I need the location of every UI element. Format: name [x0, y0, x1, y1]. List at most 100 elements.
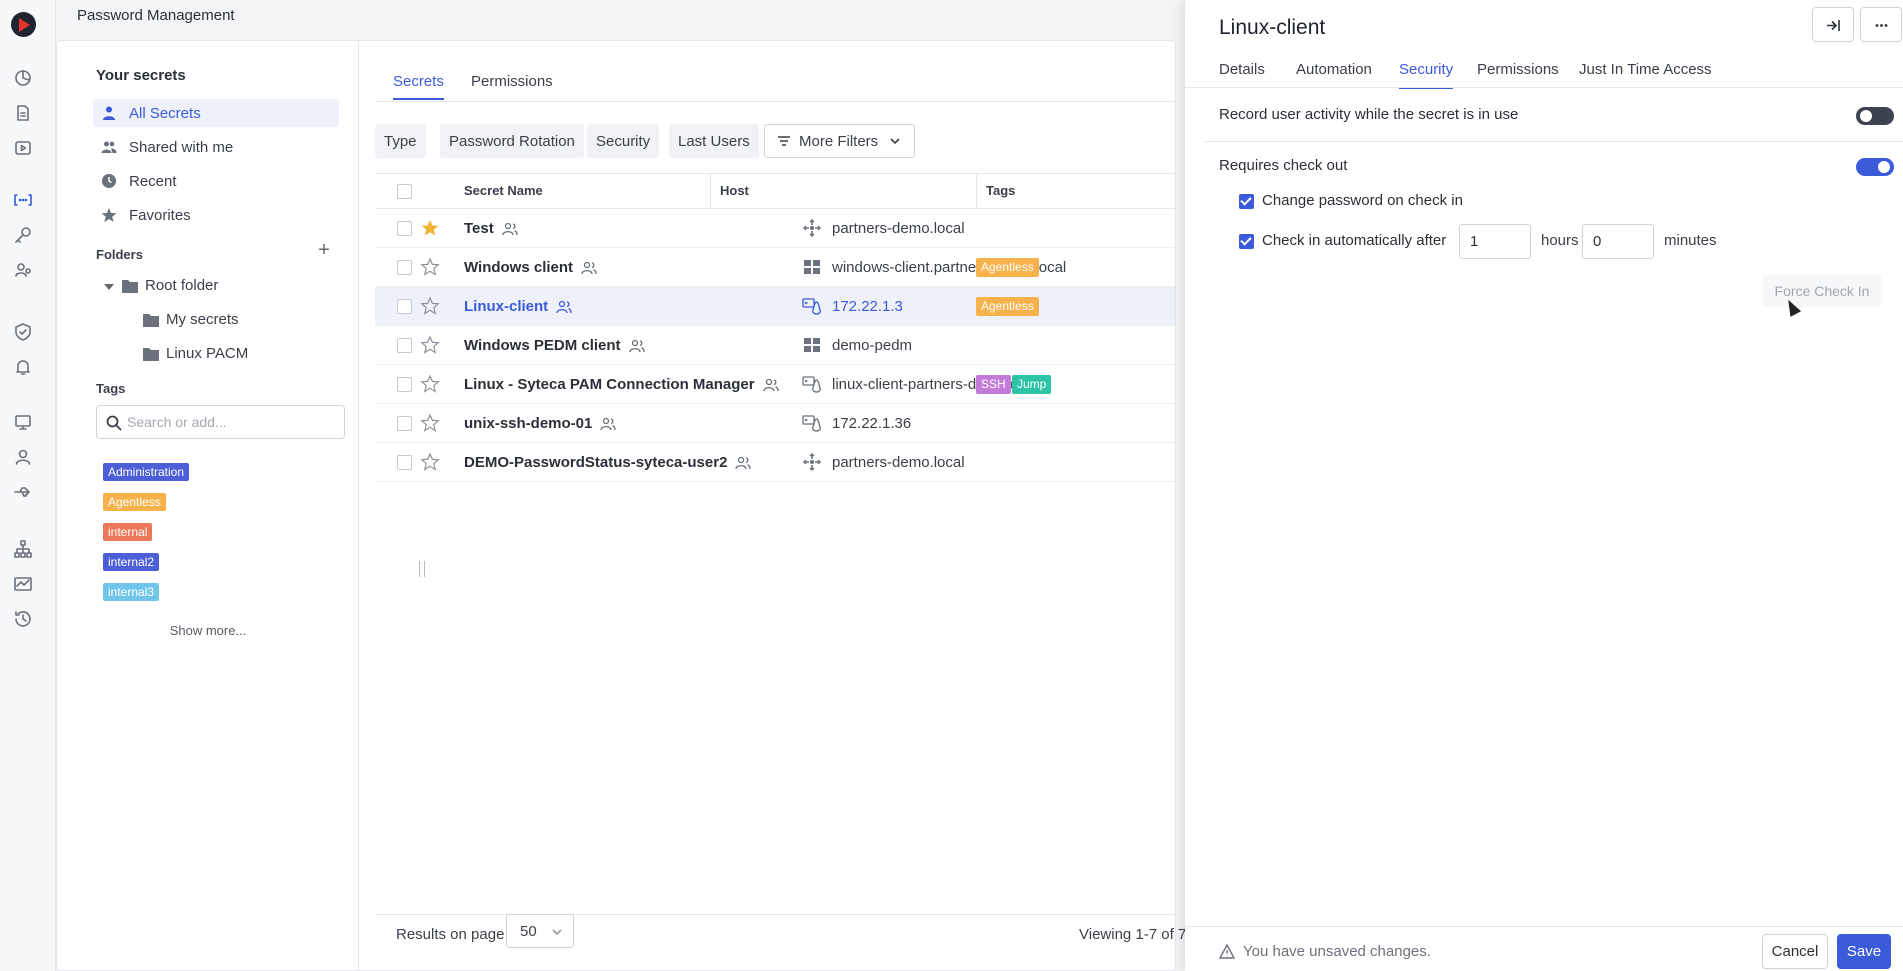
tab-secrets[interactable]: Secrets [393, 73, 444, 100]
star-outline-icon[interactable] [420, 413, 440, 433]
tag-administration[interactable]: Administration [103, 463, 190, 481]
table-row[interactable]: Test partners-demo.local [375, 209, 1175, 248]
table-row[interactable]: Windows PEDM client demo-pedm [375, 326, 1175, 365]
table-row[interactable]: DEMO-PasswordStatus-syteca-user2 partner… [375, 443, 1175, 482]
star-outline-icon[interactable] [420, 296, 440, 316]
column-divider[interactable] [976, 174, 977, 208]
secret-name[interactable]: unix-ssh-demo-01 [464, 415, 617, 432]
bell-icon[interactable] [13, 357, 33, 377]
hours-input[interactable] [1459, 224, 1531, 259]
add-folder-button[interactable]: + [314, 240, 334, 261]
sidebar-item-favorites[interactable]: Favorites [93, 201, 339, 229]
tag-internal[interactable]: internal [103, 523, 153, 541]
drawer-tab-automation[interactable]: Automation [1296, 61, 1372, 87]
tag-internal2[interactable]: internal2 [103, 553, 160, 571]
column-divider[interactable] [710, 174, 711, 208]
secret-name[interactable]: Windows PEDM client [464, 337, 645, 354]
dashboard-icon[interactable] [13, 68, 33, 88]
logo-icon[interactable] [11, 12, 36, 37]
table-row[interactable]: Linux - Syteca PAM Connection Manager li… [375, 365, 1175, 404]
tag-agentless[interactable]: Agentless [103, 493, 166, 511]
drawer-tab-jit-access[interactable]: Just In Time Access [1579, 61, 1712, 87]
show-more-tags-link[interactable]: Show more... [57, 623, 359, 638]
user-icon[interactable] [13, 447, 33, 467]
table-row-selected[interactable]: Linux-client 172.22.1.3 Agentless [375, 287, 1175, 326]
minutes-input[interactable] [1582, 224, 1654, 259]
record-activity-toggle[interactable] [1856, 107, 1894, 125]
filter-last-users[interactable]: Last Users [669, 124, 759, 158]
row-tag-jump[interactable]: Jump [1012, 375, 1052, 394]
row-checkbox[interactable] [397, 338, 412, 353]
column-tags[interactable]: Tags [986, 183, 1015, 198]
collapse-drawer-button[interactable] [1812, 7, 1854, 42]
tag-internal3[interactable]: internal3 [103, 583, 160, 601]
row-checkbox[interactable] [397, 377, 412, 392]
table-row[interactable]: unix-ssh-demo-01 172.22.1.36 [375, 404, 1175, 443]
row-checkbox[interactable] [397, 455, 412, 470]
column-secret-name[interactable]: Secret Name [464, 183, 543, 198]
activity-icon[interactable] [13, 574, 33, 594]
select-all-checkbox[interactable] [397, 184, 412, 199]
document-icon[interactable] [13, 103, 33, 123]
usb-icon[interactable] [13, 482, 33, 502]
table-row[interactable]: Windows client windows-client.partners-d… [375, 248, 1175, 287]
play-icon[interactable] [13, 138, 33, 158]
row-tag-agentless[interactable]: Agentless [976, 258, 1039, 277]
secret-name[interactable]: Test [464, 220, 518, 237]
tab-permissions[interactable]: Permissions [471, 73, 553, 98]
change-password-checkbox[interactable] [1239, 194, 1254, 209]
auto-checkin-checkbox[interactable] [1239, 234, 1254, 249]
folder-root[interactable]: Root folder [122, 277, 218, 294]
drawer-tab-security[interactable]: Security [1399, 61, 1454, 89]
drawer-footer-divider [1185, 926, 1903, 927]
row-checkbox[interactable] [397, 299, 412, 314]
secret-name[interactable]: DEMO-PasswordStatus-syteca-user2 [464, 454, 752, 471]
secret-name[interactable]: Linux-client [464, 298, 572, 315]
star-outline-icon[interactable] [420, 374, 440, 394]
secret-name[interactable]: Linux - Syteca PAM Connection Manager [464, 376, 779, 393]
secret-name[interactable]: Windows client [464, 259, 597, 276]
row-checkbox[interactable] [397, 416, 412, 431]
drawer-tab-permissions[interactable]: Permissions [1477, 61, 1559, 87]
column-host[interactable]: Host [720, 183, 749, 198]
filter-password-rotation[interactable]: Password Rotation [440, 124, 584, 158]
icon-rail [0, 0, 56, 971]
sidebar-item-all-secrets[interactable]: All Secrets [93, 99, 339, 127]
star-filled-icon[interactable] [420, 218, 440, 238]
sitemap-icon[interactable] [13, 539, 33, 559]
monitor-icon[interactable] [13, 412, 33, 432]
filter-security[interactable]: Security [587, 124, 660, 158]
shield-icon[interactable] [13, 322, 33, 342]
drawer-tab-details[interactable]: Details [1219, 61, 1265, 87]
unsaved-changes-text: You have unsaved changes. [1243, 943, 1431, 960]
requires-checkout-toggle[interactable] [1856, 158, 1894, 176]
star-outline-icon[interactable] [420, 257, 440, 277]
more-filters-button[interactable]: More Filters [764, 124, 916, 158]
drawer-tabs-divider [1185, 87, 1903, 88]
row-checkbox[interactable] [397, 260, 412, 275]
star-outline-icon[interactable] [420, 335, 440, 355]
row-checkbox[interactable] [397, 221, 412, 236]
row-tag-ssh[interactable]: SSH [976, 375, 1011, 394]
row-tag-agentless[interactable]: Agentless [976, 297, 1039, 316]
tag-search-input[interactable] [127, 410, 337, 434]
key-icon[interactable] [13, 225, 33, 245]
users-key-icon[interactable] [13, 260, 33, 280]
sidebar-item-shared[interactable]: Shared with me [93, 133, 339, 161]
resize-handle[interactable] [419, 561, 425, 577]
cancel-button[interactable]: Cancel [1762, 934, 1828, 969]
results-per-page-select[interactable]: 50 [506, 914, 574, 948]
history-icon[interactable] [13, 609, 33, 629]
star-outline-icon[interactable] [420, 452, 440, 472]
folder-linux-pacm[interactable]: Linux PACM [143, 345, 248, 362]
record-activity-label: Record user activity while the secret is… [1219, 106, 1519, 123]
chevron-down-icon[interactable] [104, 284, 114, 290]
password-icon[interactable] [13, 190, 33, 210]
filter-type[interactable]: Type [375, 124, 426, 158]
sidebar-item-recent[interactable]: Recent [93, 167, 339, 195]
ssh-linux-icon [802, 298, 821, 315]
save-button[interactable]: Save [1837, 934, 1891, 969]
force-check-in-button[interactable]: Force Check In [1762, 275, 1882, 307]
more-actions-button[interactable] [1860, 7, 1902, 42]
folder-my-secrets[interactable]: My secrets [143, 311, 239, 328]
